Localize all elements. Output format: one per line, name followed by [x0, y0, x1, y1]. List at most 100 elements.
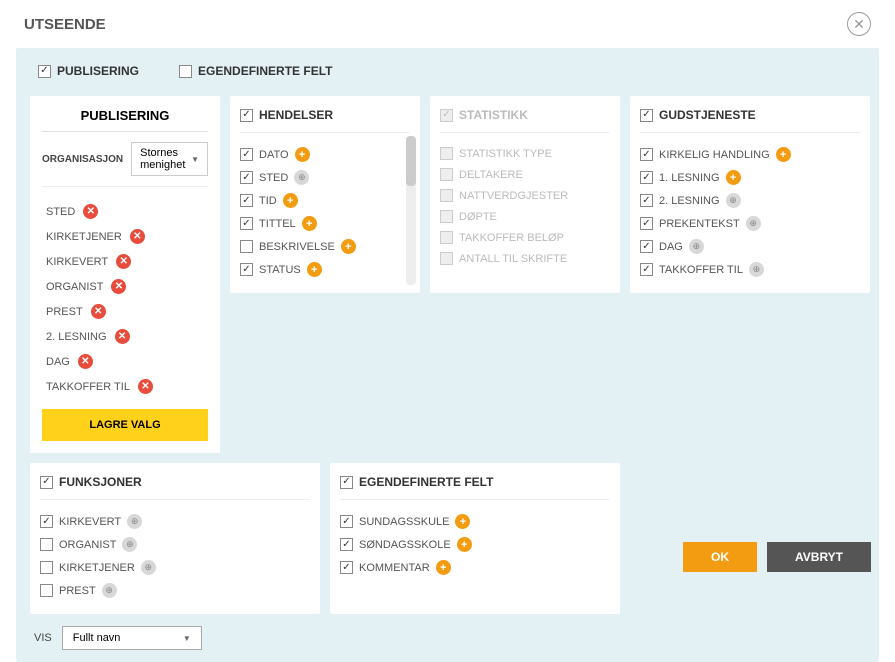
ok-button[interactable]: OK [683, 542, 757, 572]
remove-icon[interactable]: ✕ [91, 304, 106, 319]
checkbox-icon[interactable] [240, 217, 253, 230]
list-item[interactable]: KOMMENTAR+ [340, 556, 610, 579]
remove-icon[interactable]: ✕ [138, 379, 153, 394]
checkbox-icon[interactable] [340, 515, 353, 528]
close-button[interactable]: ✕ [847, 12, 871, 36]
pub-item-label: STED [46, 206, 75, 218]
globe-icon[interactable]: ⊕ [102, 583, 117, 598]
list-item[interactable]: KIRKELIG HANDLING+ [640, 143, 860, 166]
globe-icon[interactable]: ⊕ [749, 262, 764, 277]
checkbox-icon[interactable] [240, 171, 253, 184]
item-label: DAG [659, 241, 683, 253]
vis-select[interactable]: Fullt navn ▼ [62, 626, 202, 650]
list-item[interactable]: TAKKOFFER TIL⊕ [640, 258, 860, 281]
checkbox-icon[interactable] [240, 263, 253, 276]
plus-icon[interactable]: + [295, 147, 310, 162]
plus-icon[interactable]: + [283, 193, 298, 208]
list-item[interactable]: DELTAKERE [440, 164, 610, 185]
list-item[interactable]: SUNDAGSSKULE + [340, 510, 610, 533]
list-item[interactable]: DAG ⊕ [640, 235, 860, 258]
list-item[interactable]: KIRKETJENER ⊕ [40, 556, 310, 579]
save-button[interactable]: LAGRE VALG [42, 409, 208, 441]
checkbox-icon[interactable] [40, 584, 53, 597]
list-item[interactable]: SØNDAGSSKOLE+ [340, 533, 610, 556]
list-item[interactable]: TITTEL+ [240, 212, 410, 235]
checkbox-icon [179, 65, 192, 78]
remove-icon[interactable]: ✕ [116, 254, 131, 269]
checkbox-icon[interactable] [640, 217, 653, 230]
checkbox-icon[interactable] [340, 538, 353, 551]
remove-icon[interactable]: ✕ [115, 329, 130, 344]
list-item[interactable]: TAKKOFFER BELØP [440, 227, 610, 248]
plus-icon[interactable]: + [776, 147, 791, 162]
chevron-down-icon: ▼ [191, 155, 199, 164]
plus-icon[interactable]: + [455, 514, 470, 529]
card-checkbox[interactable] [640, 109, 653, 122]
pub-item: KIRKEVERT✕ [42, 249, 208, 274]
list-item[interactable]: TID+ [240, 189, 410, 212]
checkbox-icon[interactable] [240, 148, 253, 161]
item-label: 1. LESNING [659, 172, 720, 184]
plus-icon[interactable]: + [457, 537, 472, 552]
checkbox-icon[interactable] [640, 263, 653, 276]
pub-item: DAG ✕ [42, 349, 208, 374]
card-checkbox[interactable] [240, 109, 253, 122]
list-item[interactable]: PREST⊕ [40, 579, 310, 602]
list-item[interactable]: STATISTIKK TYPE [440, 143, 610, 164]
checkbox-icon [440, 252, 453, 265]
globe-icon[interactable]: ⊕ [141, 560, 156, 575]
list-item[interactable]: STATUS+ [240, 258, 410, 281]
remove-icon[interactable]: ✕ [78, 354, 93, 369]
list-item[interactable]: ORGANIST⊕ [40, 533, 310, 556]
label: EGENDEFINERTE FELT [198, 64, 332, 78]
card-hendelser: HENDELSER DATO+STED⊕TID+TITTEL+BESKRIVEL… [230, 96, 420, 293]
checkbox-icon[interactable] [640, 194, 653, 207]
pub-item-label: DAG [46, 356, 70, 368]
list-item[interactable]: DATO+ [240, 143, 410, 166]
list-item[interactable]: ANTALL TIL SKRIFTE [440, 248, 610, 269]
plus-icon[interactable]: + [302, 216, 317, 231]
remove-icon[interactable]: ✕ [130, 229, 145, 244]
item-label: SUNDAGSSKULE [359, 516, 449, 528]
list-item[interactable]: DØPTE [440, 206, 610, 227]
checkbox-icon[interactable] [640, 171, 653, 184]
top-check-egendefinerte[interactable]: EGENDEFINERTE FELT [179, 64, 332, 78]
list-item[interactable]: 1. LESNING + [640, 166, 860, 189]
list-item[interactable]: 2. LESNING⊕ [640, 189, 860, 212]
card-funksjoner: FUNKSJONER KIRKEVERT⊕ORGANIST⊕KIRKETJENE… [30, 463, 320, 614]
list-item[interactable]: KIRKEVERT⊕ [40, 510, 310, 533]
list-item[interactable]: PREKENTEKST⊕ [640, 212, 860, 235]
checkbox-icon[interactable] [40, 561, 53, 574]
plus-icon[interactable]: + [436, 560, 451, 575]
checkbox-icon[interactable] [640, 148, 653, 161]
globe-icon[interactable]: ⊕ [294, 170, 309, 185]
plus-icon[interactable]: + [341, 239, 356, 254]
checkbox-icon[interactable] [240, 194, 253, 207]
cancel-button[interactable]: AVBRYT [767, 542, 871, 572]
checkbox-icon[interactable] [340, 561, 353, 574]
list-item[interactable]: NATTVERDGJESTER [440, 185, 610, 206]
remove-icon[interactable]: ✕ [83, 204, 98, 219]
top-check-publisering[interactable]: PUBLISERING [38, 64, 139, 78]
checkbox-icon[interactable] [240, 240, 253, 253]
globe-icon[interactable]: ⊕ [122, 537, 137, 552]
globe-icon[interactable]: ⊕ [127, 514, 142, 529]
checkbox-icon[interactable] [640, 240, 653, 253]
plus-icon[interactable]: + [726, 170, 741, 185]
list-item[interactable]: BESKRIVELSE+ [240, 235, 410, 258]
checkbox-icon[interactable] [40, 538, 53, 551]
remove-icon[interactable]: ✕ [111, 279, 126, 294]
checkbox-icon [440, 231, 453, 244]
plus-icon[interactable]: + [307, 262, 322, 277]
checkbox-icon[interactable] [40, 515, 53, 528]
globe-icon[interactable]: ⊕ [746, 216, 761, 231]
card-checkbox[interactable] [40, 476, 53, 489]
card-checkbox[interactable] [340, 476, 353, 489]
globe-icon[interactable]: ⊕ [689, 239, 704, 254]
item-label: KIRKETJENER [59, 562, 135, 574]
org-select[interactable]: Stornes menighet ▼ [131, 142, 208, 176]
list-item[interactable]: STED⊕ [240, 166, 410, 189]
scrollbar[interactable] [406, 136, 416, 285]
globe-icon[interactable]: ⊕ [726, 193, 741, 208]
pub-item: ORGANIST✕ [42, 274, 208, 299]
